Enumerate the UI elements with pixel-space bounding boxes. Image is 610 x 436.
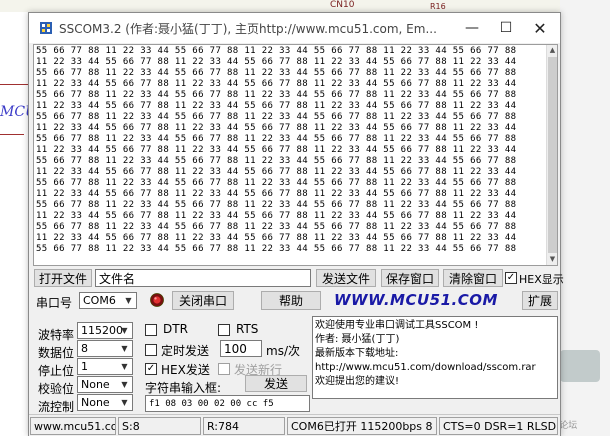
status-signals: CTS=0 DSR=1 RLSD	[439, 417, 558, 435]
stopbits-select[interactable]: 1 ▼	[77, 358, 133, 375]
info-message-text: 欢迎使用专业串口调试工具SSCOM ! 作者: 聂小猛(丁丁) 最新版本下载地址…	[315, 320, 536, 387]
rts-label: RTS	[236, 322, 259, 336]
parity-select[interactable]: None ▼	[77, 376, 133, 393]
interval-input[interactable]: 100	[220, 340, 262, 357]
baud-label: 波特率	[38, 328, 75, 342]
background-wire	[0, 84, 28, 85]
port-select[interactable]: COM6 ▼	[79, 292, 137, 309]
status-url: www.mcu51.com	[30, 417, 116, 435]
hex-send-checkbox[interactable]: ✓	[145, 363, 157, 375]
hex-send-label: HEX发送	[161, 363, 210, 377]
flow-value: None	[81, 396, 110, 409]
timed-send-checkbox[interactable]	[145, 344, 157, 356]
send-file-button[interactable]: 发送文件	[316, 269, 376, 287]
status-port-state: COM6已打开 115200bps 8	[287, 417, 437, 435]
expand-button[interactable]: 扩展	[522, 291, 558, 310]
window-title: SSCOM3.2 (作者:聂小猛(丁丁), 主页http://www.mcu51…	[59, 22, 437, 36]
port-label: 串口号	[36, 296, 73, 310]
databits-value: 8	[81, 342, 88, 355]
close-port-button[interactable]: 关闭串口	[172, 291, 234, 310]
background-schematic-top	[0, 0, 610, 12]
databits-select[interactable]: 8 ▼	[77, 340, 133, 357]
sscom-window: SSCOM3.2 (作者:聂小猛(丁丁), 主页http://www.mcu51…	[28, 12, 564, 436]
chat-bubble-icon	[560, 350, 600, 382]
chevron-down-icon: ▼	[121, 362, 128, 371]
flow-label: 流控制	[38, 400, 75, 414]
send-input[interactable]: f1 08 03 00 02 00 cc f5	[145, 395, 310, 412]
status-send-count: S:8	[118, 417, 201, 435]
interval-unit: ms/次	[266, 344, 300, 358]
rts-checkbox[interactable]	[218, 324, 230, 336]
background-connector-label: CN10	[330, 0, 355, 10]
receive-data-text: 55 66 77 88 11 22 33 44 55 66 77 88 11 2…	[36, 46, 517, 254]
send-button[interactable]: 发送	[245, 375, 307, 392]
baud-select[interactable]: 115200 ▼	[77, 322, 133, 339]
maximize-button[interactable]: ☐	[489, 13, 523, 43]
port-value: COM6	[83, 294, 116, 307]
dtr-checkbox[interactable]	[145, 324, 157, 336]
close-button[interactable]: ✕	[523, 13, 557, 43]
chevron-down-icon: ▼	[121, 326, 128, 335]
stopbits-value: 1	[81, 360, 88, 373]
dtr-label: DTR	[163, 322, 188, 336]
scrollbar-thumb[interactable]	[548, 57, 557, 253]
file-name-input[interactable]: 文件名	[95, 269, 311, 287]
save-window-button[interactable]: 保存窗口	[381, 269, 439, 287]
flow-select[interactable]: None ▼	[77, 394, 133, 411]
chevron-down-icon: ▼	[121, 344, 128, 353]
chevron-down-icon: ▼	[121, 398, 128, 407]
background-ref-label: R16	[430, 2, 446, 11]
clear-window-button[interactable]: 清除窗口	[443, 269, 503, 287]
receive-area[interactable]: 55 66 77 88 11 22 33 44 55 66 77 88 11 2…	[33, 44, 558, 266]
vertical-scrollbar[interactable]: ▲ ▼	[546, 45, 557, 265]
scroll-down-icon[interactable]: ▼	[547, 254, 558, 265]
parity-label: 校验位	[38, 382, 75, 396]
chevron-down-icon: ▼	[121, 380, 128, 389]
info-message-box: 欢迎使用专业串口调试工具SSCOM ! 作者: 聂小猛(丁丁) 最新版本下载地址…	[312, 316, 558, 399]
port-status-icon	[150, 293, 164, 307]
hex-display-checkbox[interactable]: ✓	[505, 272, 517, 284]
scroll-up-icon[interactable]: ▲	[547, 45, 558, 56]
help-button[interactable]: 帮助	[261, 291, 321, 310]
chevron-down-icon: ▼	[125, 296, 132, 305]
parity-value: None	[81, 378, 110, 391]
status-receive-count: R:784	[203, 417, 285, 435]
send-newline-checkbox[interactable]	[218, 363, 230, 375]
title-bar[interactable]: SSCOM3.2 (作者:聂小猛(丁丁), 主页http://www.mcu51…	[29, 13, 560, 43]
databits-label: 数据位	[38, 346, 75, 360]
background-wire	[0, 134, 24, 135]
input-label: 字符串输入框:	[145, 381, 222, 395]
mcu51-logo[interactable]: WWW.MCU51.COM	[334, 291, 498, 309]
stopbits-label: 停止位	[38, 364, 75, 378]
open-file-button[interactable]: 打开文件	[34, 269, 92, 287]
timed-send-label: 定时发送	[161, 344, 210, 358]
hex-display-label: HEX显示	[519, 273, 564, 286]
minimize-button[interactable]: —	[455, 13, 489, 43]
status-bar: www.mcu51.com S:8 R:784 COM6已打开 115200bp…	[29, 414, 560, 436]
app-icon	[40, 22, 52, 34]
